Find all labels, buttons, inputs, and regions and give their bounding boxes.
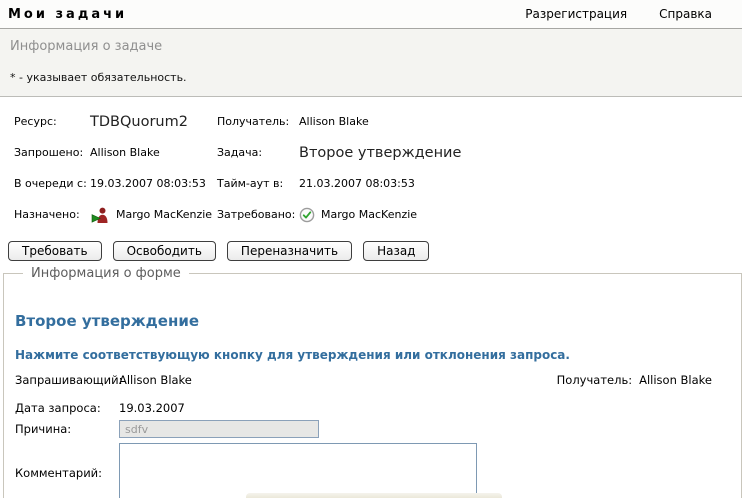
header-bar: Мои задачи Разрегистрация Справка xyxy=(0,0,742,29)
logout-link[interactable]: Разрегистрация xyxy=(525,7,627,21)
timeout-value: 21.03.2007 08:03:53 xyxy=(299,177,415,190)
my-tasks-page: Мои задачи Разрегистрация Справка Информ… xyxy=(0,0,742,498)
claimed-value: Margo MacKenzie xyxy=(321,208,418,221)
comment-row: Комментарий: xyxy=(15,443,741,498)
task-detail-fields: Ресурс: TDBQuorum2 Получатель: Allison B… xyxy=(0,97,742,234)
timeout-label: Тайм-аут в: xyxy=(217,177,284,190)
form-title: Второе утверждение xyxy=(15,312,200,330)
required-note: * - указывает обязательность. xyxy=(10,71,187,84)
queued-since-value: 19.03.2007 08:03:53 xyxy=(90,177,206,190)
requester-label: Запрашивающий: xyxy=(15,373,123,387)
claim-button[interactable]: Требовать xyxy=(8,241,102,261)
cutoff-button[interactable] xyxy=(246,493,502,498)
page-title: Мои задачи xyxy=(8,6,128,22)
action-button-row: Требовать Освободить Переназначить Назад xyxy=(0,234,742,266)
requester-value: Allison Blake xyxy=(119,373,192,387)
requester-row: Запрашивающий: Allison Blake Получатель:… xyxy=(15,373,741,387)
task-fields-grid: Ресурс: TDBQuorum2 Получатель: Allison B… xyxy=(14,106,742,230)
help-link[interactable]: Справка xyxy=(659,7,712,21)
resource-value: TDBQuorum2 xyxy=(90,113,188,130)
comment-label: Комментарий: xyxy=(15,466,103,480)
reason-row: Причина: xyxy=(15,420,741,438)
reason-input[interactable] xyxy=(119,420,319,438)
recipient-value: Allison Blake xyxy=(299,115,369,128)
task-info-panel: Информация о задаче * - указывает обязат… xyxy=(0,29,742,97)
reason-label: Причина: xyxy=(15,422,72,436)
form-recipient-label: Получатель: xyxy=(556,373,633,387)
assigned-label: Назначено: xyxy=(14,208,80,221)
back-button[interactable]: Назад xyxy=(363,241,430,261)
check-circle-icon xyxy=(299,207,315,223)
form-recipient-value: Allison Blake xyxy=(639,373,712,387)
resource-label: Ресурс: xyxy=(14,115,57,128)
claimed-value-cell: Margo MacKenzie xyxy=(299,199,742,230)
queued-since-label: В очереди с: xyxy=(14,177,87,190)
form-info-legend: Информация о форме xyxy=(31,266,181,281)
assigned-value-cell: Margo MacKenzie xyxy=(90,199,217,230)
requested-by-label: Запрошено: xyxy=(14,146,84,159)
request-date-label: Дата запроса: xyxy=(15,401,101,415)
form-info-fieldset: Информация о форме Второе утверждение На… xyxy=(3,266,742,498)
claimed-label: Затребовано: xyxy=(217,208,296,221)
release-button[interactable]: Освободить xyxy=(112,241,216,261)
requested-by-value: Allison Blake xyxy=(90,146,160,159)
user-flag-icon xyxy=(90,206,110,224)
task-value: Второе утверждение xyxy=(299,144,462,161)
header-links: Разрегистрация Справка xyxy=(525,7,712,21)
task-label: Задача: xyxy=(217,146,263,159)
request-date-row: Дата запроса: 19.03.2007 xyxy=(15,401,741,415)
form-recipient: Получатель: Allison Blake xyxy=(557,373,712,387)
assigned-value: Margo MacKenzie xyxy=(116,208,213,221)
reassign-button[interactable]: Переназначить xyxy=(226,241,353,261)
comment-textarea[interactable] xyxy=(119,443,477,498)
request-date-value: 19.03.2007 xyxy=(119,401,185,415)
form-instruction: Нажмите соответствующую кнопку для утвер… xyxy=(15,348,570,362)
recipient-label: Получатель: xyxy=(217,115,290,128)
section-title: Информация о задаче xyxy=(10,39,163,54)
